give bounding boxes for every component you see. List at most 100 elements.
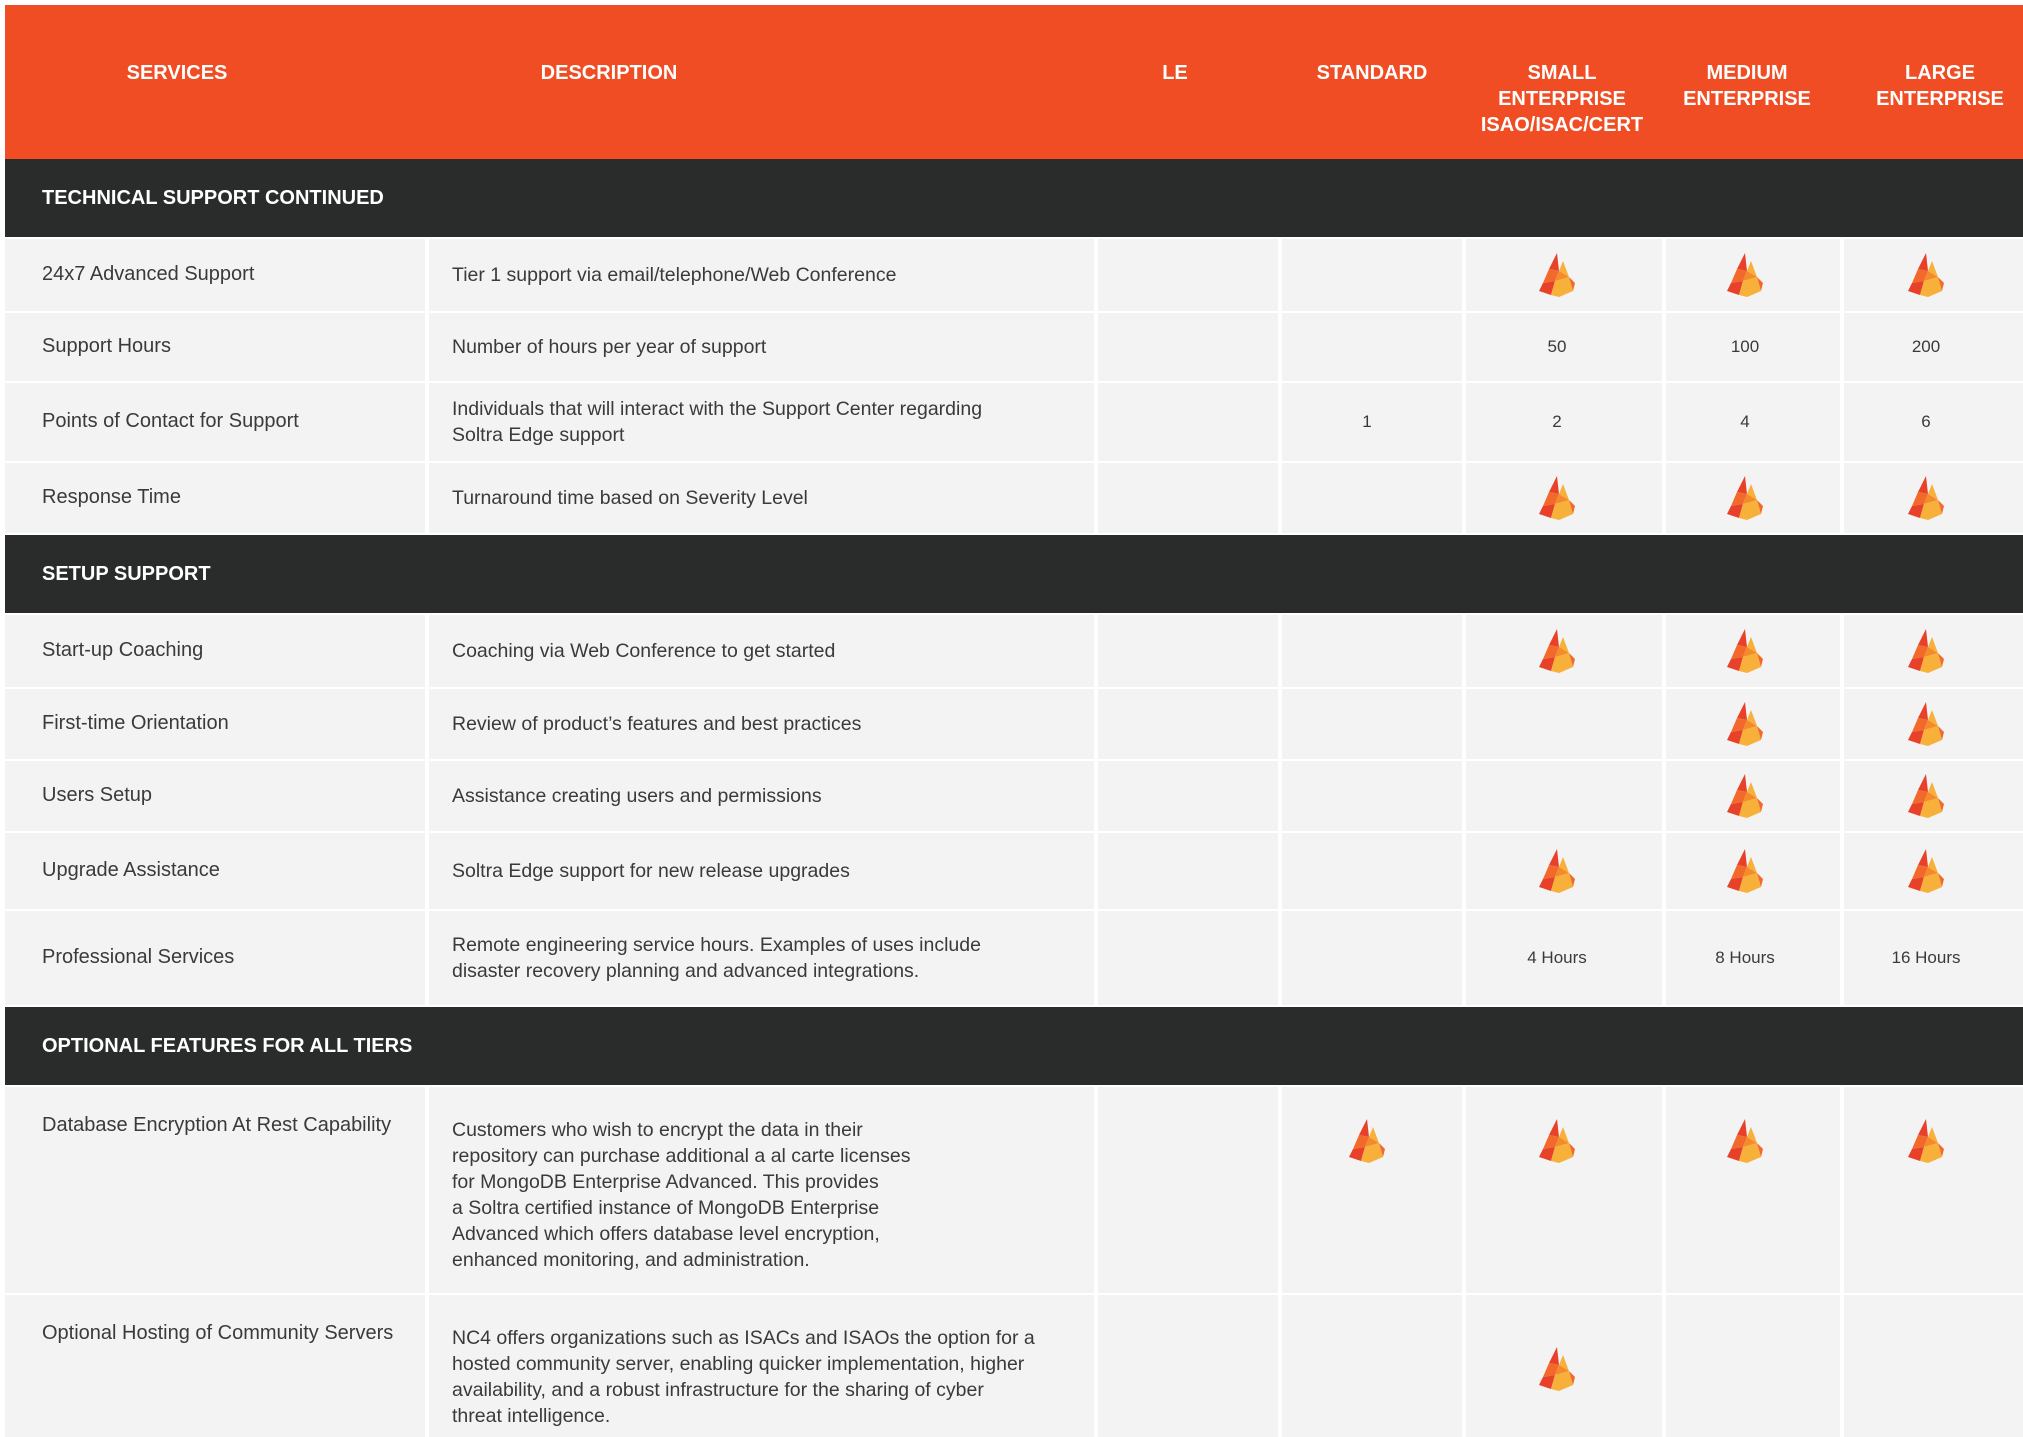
table-cell (1098, 911, 1278, 1005)
section-header: TECHNICAL SUPPORT CONTINUED (5, 159, 2023, 237)
flame-icon (1727, 629, 1763, 673)
table-row: Database Encryption At Rest Capability Cu… (5, 1087, 2023, 1293)
table-cell (1844, 1295, 2023, 1437)
service-description: Assistance creating users and permission… (452, 785, 822, 807)
flame-icon (1908, 1119, 1944, 1163)
flame-icon (1539, 849, 1575, 893)
table-row: 24x7 Advanced Support Tier 1 support via … (5, 239, 2023, 311)
column-header: STANDARD (1316, 62, 1428, 84)
table-cell (1098, 1087, 1278, 1293)
flame-icon (1539, 1119, 1575, 1163)
flame-icon (1727, 774, 1763, 818)
table-cell (1466, 761, 1662, 831)
table-cell (1282, 313, 1462, 381)
service-description: Customers who wish to encrypt the data i… (452, 1119, 911, 1271)
table-header: SERVICES DESCRIPTION LE STANDARD SMALL ENTER… (5, 5, 2023, 159)
service-name: Response Time (42, 486, 181, 508)
table-cell (1282, 833, 1462, 909)
flame-icon (1349, 1119, 1385, 1163)
flame-icon (1727, 1119, 1763, 1163)
table-cell (1282, 615, 1462, 687)
flame-icon (1908, 702, 1944, 746)
tier-value: 50 (1547, 337, 1567, 356)
flame-icon (1539, 253, 1575, 297)
table-cell (1282, 1295, 1462, 1437)
flame-icon (1539, 1347, 1575, 1391)
tier-value: 4 (1740, 412, 1750, 431)
service-description: Remote engineering service hours. Exampl… (452, 934, 981, 982)
table-row: First-time Orientation Review of product’… (5, 689, 2023, 759)
table-cell (1666, 1295, 1840, 1437)
table-cell (1466, 383, 1662, 461)
tier-value: 6 (1921, 412, 1931, 431)
table-cell (1282, 383, 1462, 461)
table-row: Points of Contact for Support Individuals… (5, 383, 2023, 461)
table-row: Support Hours Number of hours per year of… (5, 313, 2023, 381)
table-cell (1098, 761, 1278, 831)
table-cell (1098, 1295, 1278, 1437)
table-cell (1098, 239, 1278, 311)
flame-icon (1908, 849, 1944, 893)
flame-icon (1908, 774, 1944, 818)
service-name: Points of Contact for Support (42, 410, 299, 432)
flame-icon (1908, 629, 1944, 673)
service-name: Upgrade Assistance (42, 859, 220, 881)
flame-icon (1727, 476, 1763, 520)
flame-icon (1727, 253, 1763, 297)
service-description: Turnaround time based on Severity Level (452, 487, 808, 509)
service-name: Users Setup (42, 784, 153, 806)
table-row: Professional Services Remote engineering … (5, 911, 2023, 1005)
tier-value: 8 Hours (1715, 948, 1775, 967)
tier-value: 100 (1730, 337, 1760, 356)
table-row: Optional Hosting of Community Servers NC4… (5, 1295, 2023, 1437)
table-row: Start-up Coaching Coaching via Web Confer… (5, 615, 2023, 687)
table-row: Users Setup Assistance creating users and… (5, 761, 2023, 831)
column-header: DESCRIPTION (540, 62, 678, 84)
table-cell (1282, 911, 1462, 1005)
column-header: LARGE ENTERPRISE (1876, 62, 2004, 110)
service-description: Number of hours per year of support (452, 336, 767, 358)
table-cell (1098, 689, 1278, 759)
service-name: First-time Orientation (42, 712, 229, 734)
service-name: Professional Services (42, 946, 235, 968)
column-header: LE (1162, 62, 1188, 84)
tier-value: 16 Hours (1891, 948, 1961, 967)
service-name: Support Hours (42, 335, 171, 357)
table-cell (1098, 833, 1278, 909)
service-description: Tier 1 support via email/telephone/Web C… (452, 264, 897, 286)
service-name: Database Encryption At Rest Capability (42, 1114, 392, 1136)
tier-value: 2 (1552, 412, 1562, 431)
table-cell (1666, 383, 1840, 461)
section-header: OPTIONAL FEATURES FOR ALL TIERS (5, 1007, 2023, 1085)
flame-icon (1727, 702, 1763, 746)
flame-icon (1908, 476, 1944, 520)
table-cell (1282, 761, 1462, 831)
table-row: Upgrade Assistance Soltra Edge support fo… (5, 833, 2023, 909)
flame-icon (1539, 629, 1575, 673)
tier-value: 4 Hours (1527, 948, 1587, 967)
table-cell (1282, 239, 1462, 311)
service-description: NC4 offers organizations such as ISACs a… (452, 1327, 1035, 1427)
column-header: SERVICES (126, 62, 228, 84)
service-description: Soltra Edge support for new release upgr… (452, 860, 850, 882)
flame-icon (1539, 476, 1575, 520)
table-cell (1098, 615, 1278, 687)
table-cell (1282, 463, 1462, 533)
table-cell (1098, 313, 1278, 381)
table-cell (1844, 383, 2023, 461)
flame-icon (1727, 849, 1763, 893)
tier-value: 1 (1362, 412, 1372, 431)
table-cell (1098, 383, 1278, 461)
service-description: Coaching via Web Conference to get start… (452, 640, 836, 662)
section-header: SETUP SUPPORT (5, 535, 2023, 613)
column-header: MEDIUM ENTERPRISE (1683, 62, 1811, 110)
service-description: Review of product’s features and best pr… (452, 713, 862, 735)
table-cell (5, 1295, 425, 1437)
table-cell (1282, 689, 1462, 759)
table-cell (1466, 689, 1662, 759)
tier-value: 200 (1911, 337, 1941, 356)
flame-icon (1908, 253, 1944, 297)
table-row: Response Time Turnaround time based on Se… (5, 463, 2023, 533)
service-description: Individuals that will interact with the … (452, 398, 983, 446)
service-name: 24x7 Advanced Support (42, 263, 255, 285)
